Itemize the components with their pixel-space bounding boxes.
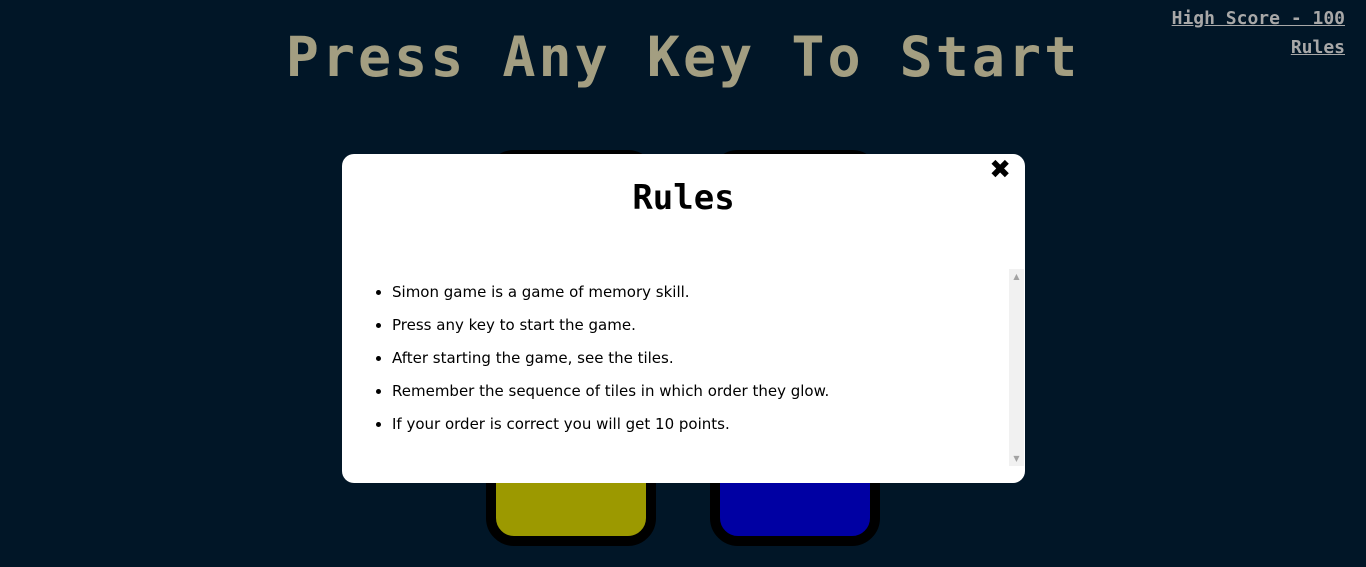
game-page: High Score - 100 Rules Press Any Key To … xyxy=(0,0,1366,567)
rule-item: After starting the game, see the tiles. xyxy=(392,348,1008,368)
scrollbar[interactable]: ▲ ▼ xyxy=(1009,269,1024,466)
rules-modal: ✖ Rules Simon game is a game of memory s… xyxy=(342,154,1025,483)
scroll-up-icon[interactable]: ▲ xyxy=(1009,269,1024,284)
rules-list: Simon game is a game of memory skill. Pr… xyxy=(342,282,1008,434)
level-title: Press Any Key To Start xyxy=(285,25,1081,89)
modal-title: Rules xyxy=(632,178,735,218)
rule-item: Press any key to start the game. xyxy=(392,315,1008,335)
rule-item: Simon game is a game of memory skill. xyxy=(392,282,1008,302)
rule-item: Remember the sequence of tiles in which … xyxy=(392,381,1008,401)
rules-body: Simon game is a game of memory skill. Pr… xyxy=(342,269,1008,466)
rule-item: If your order is correct you will get 10… xyxy=(392,414,1008,434)
scroll-down-icon[interactable]: ▼ xyxy=(1009,451,1024,466)
